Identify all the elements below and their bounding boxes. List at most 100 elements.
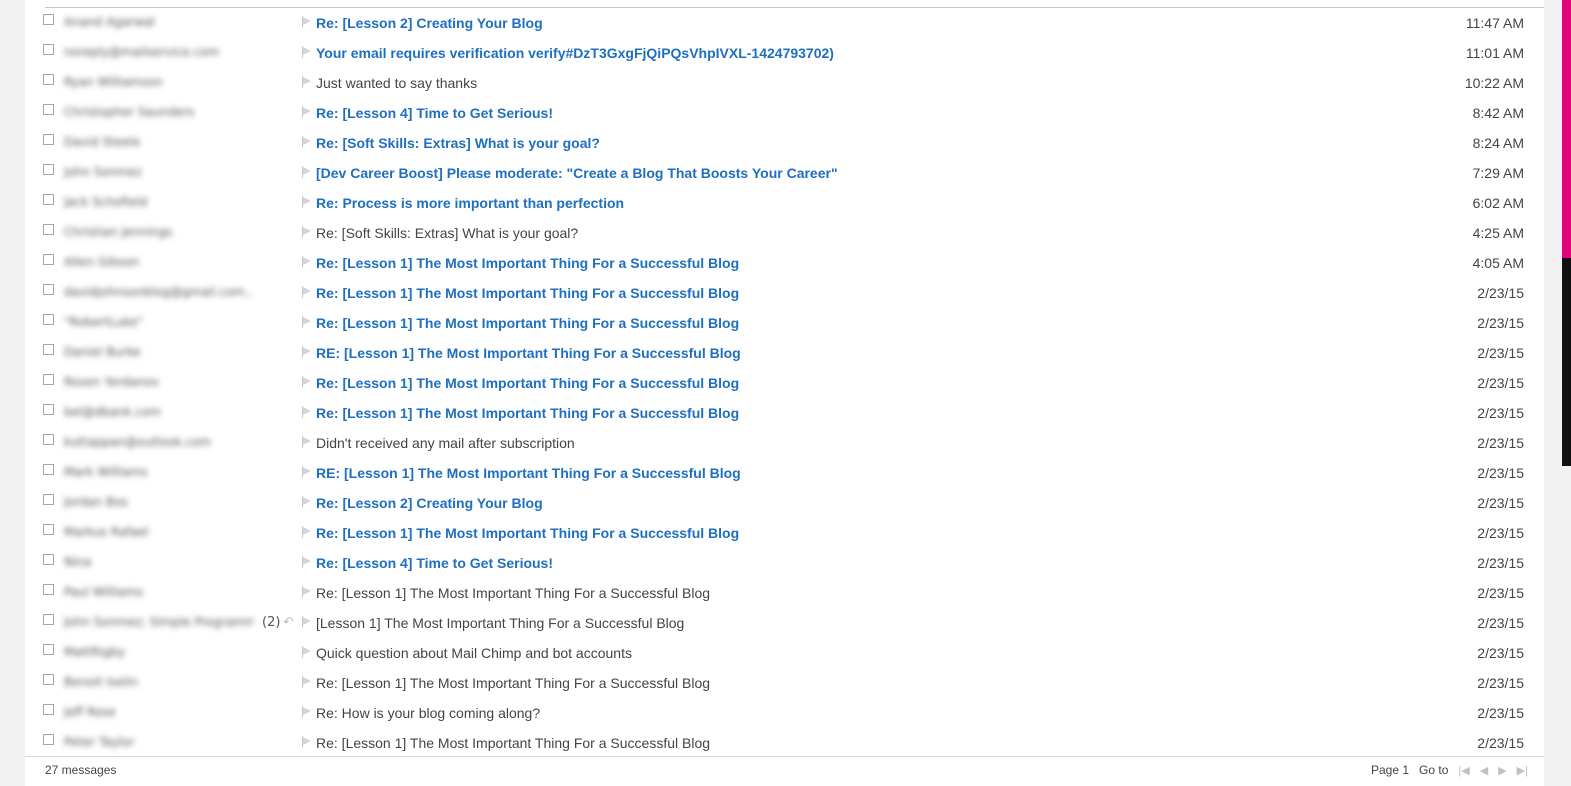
row-checkbox[interactable] — [43, 644, 54, 655]
goto-button[interactable]: Go to — [1419, 763, 1448, 777]
row-checkbox[interactable] — [43, 224, 54, 235]
flag-icon[interactable] — [302, 706, 312, 718]
row-checkbox[interactable] — [43, 374, 54, 385]
message-row[interactable]: Paul Williams Re: [Lesson 1] The Most Imp… — [25, 578, 1544, 608]
message-subject[interactable]: [Lesson 1] The Most Important Thing For … — [316, 613, 684, 633]
message-subject[interactable]: Just wanted to say thanks — [316, 73, 477, 93]
message-row[interactable]: John Sonmez [Dev Career Boost] Please mod… — [25, 158, 1544, 188]
flag-icon[interactable] — [302, 616, 312, 628]
scrollbar-thumb[interactable] — [1562, 258, 1571, 466]
message-subject[interactable]: Re: [Lesson 1] The Most Important Thing … — [316, 733, 710, 753]
message-row[interactable]: Peter Taylor Re: [Lesson 1] The Most Impo… — [25, 728, 1544, 758]
message-subject[interactable]: Re: [Lesson 1] The Most Important Thing … — [316, 583, 710, 603]
message-row[interactable]: Christopher Saunders Re: [Lesson 4] Time … — [25, 98, 1544, 128]
flag-icon[interactable] — [302, 136, 312, 148]
message-subject[interactable]: Re: [Lesson 4] Time to Get Serious! — [316, 103, 553, 123]
message-subject[interactable]: RE: [Lesson 1] The Most Important Thing … — [316, 343, 741, 363]
flag-icon[interactable] — [302, 376, 312, 388]
row-checkbox[interactable] — [43, 194, 54, 205]
message-row[interactable]: Markus Rafael Re: [Lesson 1] The Most Imp… — [25, 518, 1544, 548]
row-checkbox[interactable] — [43, 134, 54, 145]
message-row[interactable]: Jeff Rose Re: How is your blog coming alo… — [25, 698, 1544, 728]
message-subject[interactable]: RE: [Lesson 1] The Most Important Thing … — [316, 463, 741, 483]
flag-icon[interactable] — [302, 76, 312, 88]
row-checkbox[interactable] — [43, 734, 54, 745]
message-subject[interactable]: Re: [Lesson 1] The Most Important Thing … — [316, 373, 739, 393]
message-subject[interactable]: Re: [Lesson 1] The Most Important Thing … — [316, 283, 739, 303]
message-row[interactable]: Anand Agarwal Re: [Lesson 2] Creating You… — [25, 8, 1544, 38]
row-checkbox[interactable] — [43, 14, 54, 25]
flag-icon[interactable] — [302, 46, 312, 58]
flag-icon[interactable] — [302, 676, 312, 688]
next-page-icon[interactable]: ▶ — [1498, 764, 1506, 777]
message-row[interactable]: Nina Re: [Lesson 4] Time to Get Serious! 2… — [25, 548, 1544, 578]
row-checkbox[interactable] — [43, 464, 54, 475]
row-checkbox[interactable] — [43, 104, 54, 115]
message-subject[interactable]: Your email requires verification verify#… — [316, 43, 834, 63]
message-row[interactable]: David Steele Re: [Soft Skills: Extras] Wh… — [25, 128, 1544, 158]
flag-icon[interactable] — [302, 346, 312, 358]
flag-icon[interactable] — [302, 646, 312, 658]
row-checkbox[interactable] — [43, 44, 54, 55]
row-checkbox[interactable] — [43, 74, 54, 85]
message-row[interactable]: Benoit Iselin Re: [Lesson 1] The Most Imp… — [25, 668, 1544, 698]
message-subject[interactable]: Re: [Lesson 2] Creating Your Blog — [316, 493, 543, 513]
message-row[interactable]: Allen Gibson Re: [Lesson 1] The Most Impo… — [25, 248, 1544, 278]
row-checkbox[interactable] — [43, 254, 54, 265]
flag-icon[interactable] — [302, 526, 312, 538]
message-subject[interactable]: Re: Process is more important than perfe… — [316, 193, 624, 213]
message-row[interactable]: John Sonmez; Simple Programmer... (2)↶ [Le… — [25, 608, 1544, 638]
row-checkbox[interactable] — [43, 344, 54, 355]
row-checkbox[interactable] — [43, 164, 54, 175]
message-subject[interactable]: Re: [Lesson 1] The Most Important Thing … — [316, 253, 739, 273]
flag-icon[interactable] — [302, 466, 312, 478]
row-checkbox[interactable] — [43, 494, 54, 505]
message-subject[interactable]: Re: [Lesson 1] The Most Important Thing … — [316, 673, 710, 693]
message-row[interactable]: Jack Schofield Re: Process is more import… — [25, 188, 1544, 218]
message-row[interactable]: bel@dbank.com Re: [Lesson 1] The Most Imp… — [25, 398, 1544, 428]
message-subject[interactable]: Re: [Lesson 4] Time to Get Serious! — [316, 553, 553, 573]
flag-icon[interactable] — [302, 316, 312, 328]
prev-page-icon[interactable]: ◀ — [1480, 764, 1488, 777]
flag-icon[interactable] — [302, 256, 312, 268]
message-row[interactable]: davidjohnsonblog@gmail.com... Re: [Lesson… — [25, 278, 1544, 308]
flag-icon[interactable] — [302, 286, 312, 298]
flag-icon[interactable] — [302, 436, 312, 448]
message-subject[interactable]: Re: [Lesson 1] The Most Important Thing … — [316, 313, 739, 333]
row-checkbox[interactable] — [43, 554, 54, 565]
message-subject[interactable]: Re: [Lesson 1] The Most Important Thing … — [316, 403, 739, 423]
row-checkbox[interactable] — [43, 584, 54, 595]
message-subject[interactable]: [Dev Career Boost] Please moderate: "Cre… — [316, 163, 838, 183]
flag-icon[interactable] — [302, 406, 312, 418]
message-subject[interactable]: Re: How is your blog coming along? — [316, 703, 540, 723]
flag-icon[interactable] — [302, 166, 312, 178]
message-subject[interactable]: Re: [Lesson 2] Creating Your Blog — [316, 13, 543, 33]
message-row[interactable]: Daniel Burke RE: [Lesson 1] The Most Impo… — [25, 338, 1544, 368]
message-subject[interactable]: Quick question about Mail Chimp and bot … — [316, 643, 632, 663]
message-row[interactable]: Rosen Yordanov Re: [Lesson 1] The Most Im… — [25, 368, 1544, 398]
message-row[interactable]: "RobertLuke" Re: [Lesson 1] The Most Impo… — [25, 308, 1544, 338]
message-subject[interactable]: Re: [Soft Skills: Extras] What is your g… — [316, 223, 578, 243]
message-subject[interactable]: Re: [Soft Skills: Extras] What is your g… — [316, 133, 600, 153]
row-checkbox[interactable] — [43, 704, 54, 715]
message-row[interactable]: kuttappan@outlook.com Didn't received any… — [25, 428, 1544, 458]
message-row[interactable]: Ryan Williamson Just wanted to say thanks… — [25, 68, 1544, 98]
row-checkbox[interactable] — [43, 524, 54, 535]
flag-icon[interactable] — [302, 586, 312, 598]
row-checkbox[interactable] — [43, 434, 54, 445]
flag-icon[interactable] — [302, 556, 312, 568]
first-page-icon[interactable]: |◀ — [1458, 764, 1469, 777]
flag-icon[interactable] — [302, 16, 312, 28]
flag-icon[interactable] — [302, 196, 312, 208]
message-row[interactable]: Jordan Bos Re: [Lesson 2] Creating Your B… — [25, 488, 1544, 518]
row-checkbox[interactable] — [43, 284, 54, 295]
last-page-icon[interactable]: ▶| — [1517, 764, 1528, 777]
row-checkbox[interactable] — [43, 614, 54, 625]
row-checkbox[interactable] — [43, 404, 54, 415]
message-subject[interactable]: Re: [Lesson 1] The Most Important Thing … — [316, 523, 739, 543]
message-row[interactable]: MattRigby Quick question about Mail Chimp… — [25, 638, 1544, 668]
flag-icon[interactable] — [302, 106, 312, 118]
message-row[interactable]: Christian Jennings Re: [Soft Skills: Extr… — [25, 218, 1544, 248]
flag-icon[interactable] — [302, 226, 312, 238]
message-row[interactable]: noreply@mailservice.com Your email requir… — [25, 38, 1544, 68]
